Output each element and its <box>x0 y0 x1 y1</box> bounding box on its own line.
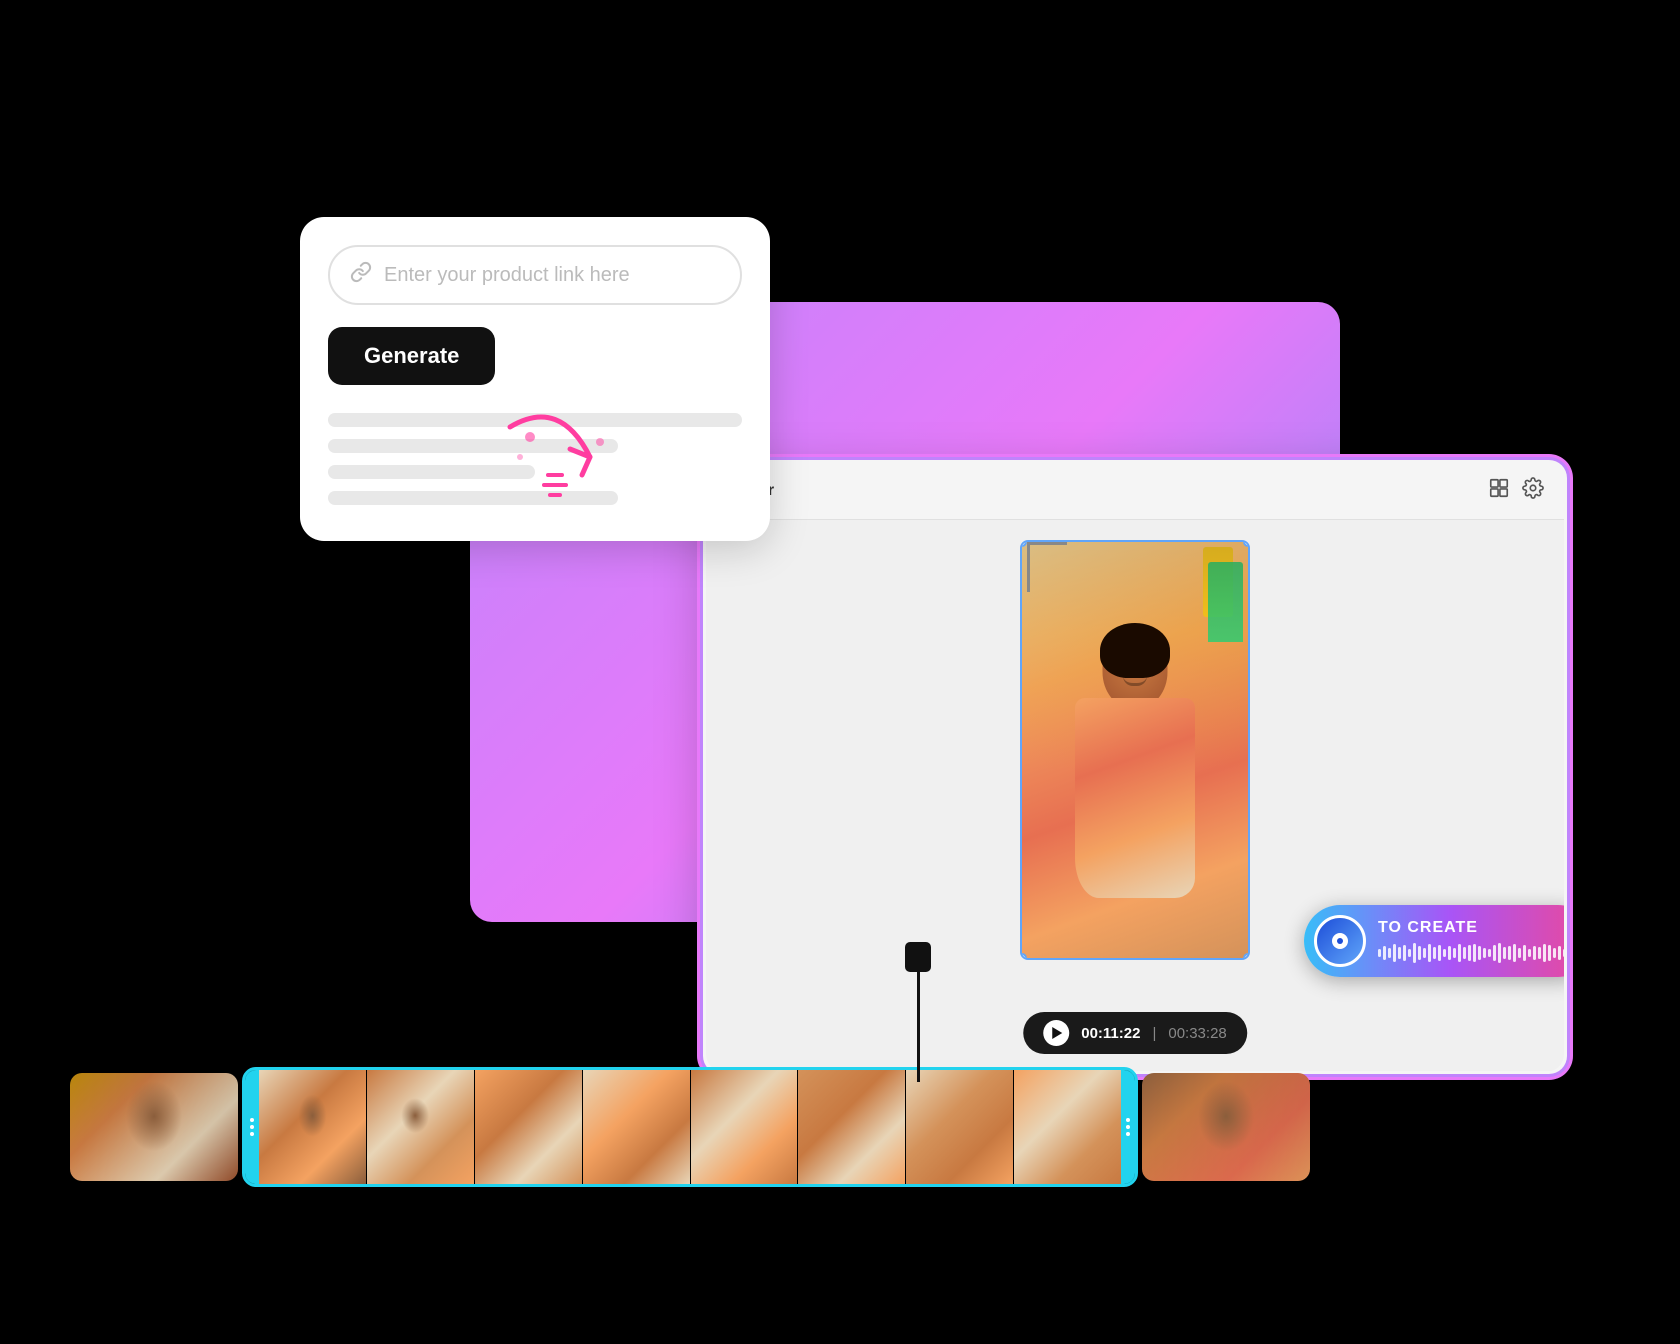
playhead <box>905 942 931 1082</box>
timeline-thumb-bg-left <box>70 1073 238 1181</box>
waveform-bar <box>1553 948 1556 958</box>
link-icon <box>350 261 372 289</box>
corner-handle-tr[interactable] <box>1243 540 1250 547</box>
waveform-bar <box>1463 947 1466 959</box>
waveform-bar <box>1558 946 1561 960</box>
frame-5 <box>691 1070 798 1184</box>
waveform-bar <box>1448 946 1451 960</box>
music-disc-dot <box>1337 938 1343 944</box>
frame-6 <box>798 1070 905 1184</box>
waveform-bar <box>1493 945 1496 961</box>
music-disc-icon <box>1314 915 1366 967</box>
generate-button[interactable]: Generate <box>328 327 495 385</box>
music-badge-content: TO CREATE <box>1378 919 1567 963</box>
timeline-inner-frames <box>259 1070 1121 1184</box>
waveform-bar <box>1428 944 1431 962</box>
frame-7 <box>906 1070 1013 1184</box>
corner-handle-bl[interactable] <box>1020 953 1027 960</box>
waveform-bar <box>1423 948 1426 958</box>
waveform <box>1378 943 1567 963</box>
waveform-bar <box>1508 946 1511 960</box>
timeline-thumb-outside-left <box>70 1073 238 1181</box>
layout-icon[interactable] <box>1488 477 1510 505</box>
timeline-handle-left[interactable] <box>245 1070 259 1184</box>
corner-handle-br[interactable] <box>1243 953 1250 960</box>
waveform-bar <box>1438 945 1441 961</box>
waveform-bar <box>1503 947 1506 959</box>
timeline-strip <box>70 1057 1310 1197</box>
link-input-row[interactable]: Enter your product link here <box>328 245 742 305</box>
waveform-bar <box>1483 948 1486 958</box>
playhead-flag <box>905 942 931 972</box>
waveform-bar <box>1408 949 1411 957</box>
waveform-bar <box>1433 947 1436 959</box>
waveform-bar <box>1388 948 1391 958</box>
timeline-thumb-outside-right <box>1142 1073 1310 1181</box>
play-triangle-icon <box>1052 1027 1062 1039</box>
player-header: Player <box>706 463 1564 520</box>
waveform-bar <box>1383 946 1386 960</box>
playhead-line <box>917 972 920 1082</box>
link-input-placeholder: Enter your product link here <box>384 264 630 287</box>
music-badge-label: TO CREATE <box>1378 919 1567 937</box>
waveform-bar <box>1528 949 1531 957</box>
player-header-icons <box>1488 477 1544 505</box>
waveform-bar <box>1518 948 1521 958</box>
waveform-bar <box>1468 945 1471 961</box>
waveform-bar <box>1473 944 1476 962</box>
waveform-bar <box>1403 945 1406 961</box>
time-divider: | <box>1152 1025 1156 1042</box>
timeline-thumb-bg-right <box>1142 1073 1310 1181</box>
player-panel: Player <box>703 460 1567 1074</box>
play-button[interactable] <box>1043 1020 1069 1046</box>
waveform-bar <box>1398 947 1401 959</box>
waveform-bar <box>1443 949 1446 957</box>
waveform-bar <box>1378 949 1381 957</box>
frame-8 <box>1014 1070 1121 1184</box>
waveform-bar <box>1413 943 1416 963</box>
video-content <box>1022 542 1248 958</box>
waveform-bar <box>1563 949 1566 957</box>
player-body: 00:11:22 | 00:33:28 TO CREATE <box>706 520 1564 1072</box>
timeline-handle-right[interactable] <box>1121 1070 1135 1184</box>
frame-3 <box>475 1070 582 1184</box>
music-badge[interactable]: TO CREATE <box>1304 905 1567 977</box>
waveform-bar <box>1548 945 1551 961</box>
timeline-selected-range[interactable] <box>242 1067 1138 1187</box>
settings-icon[interactable] <box>1522 477 1544 505</box>
waveform-bar <box>1488 949 1491 957</box>
waveform-bar <box>1453 948 1456 958</box>
arrow-decoration <box>500 407 620 507</box>
waveform-bar <box>1533 946 1536 960</box>
time-current: 00:11:22 <box>1081 1025 1140 1042</box>
video-frame[interactable] <box>1020 540 1250 960</box>
playback-bar: 00:11:22 | 00:33:28 <box>1023 1012 1247 1054</box>
waveform-bar <box>1543 944 1546 962</box>
waveform-bar <box>1513 944 1516 962</box>
waveform-bar <box>1538 947 1541 959</box>
waveform-bar <box>1498 943 1501 963</box>
frame-2 <box>367 1070 474 1184</box>
waveform-bar <box>1478 946 1481 960</box>
frame-4 <box>583 1070 690 1184</box>
waveform-bar <box>1458 944 1461 962</box>
music-disc-inner <box>1332 933 1348 949</box>
waveform-bar <box>1418 946 1421 960</box>
waveform-bar <box>1523 945 1526 961</box>
frame-1 <box>259 1070 366 1184</box>
waveform-bar <box>1393 944 1396 962</box>
time-total: 00:33:28 <box>1168 1025 1226 1042</box>
